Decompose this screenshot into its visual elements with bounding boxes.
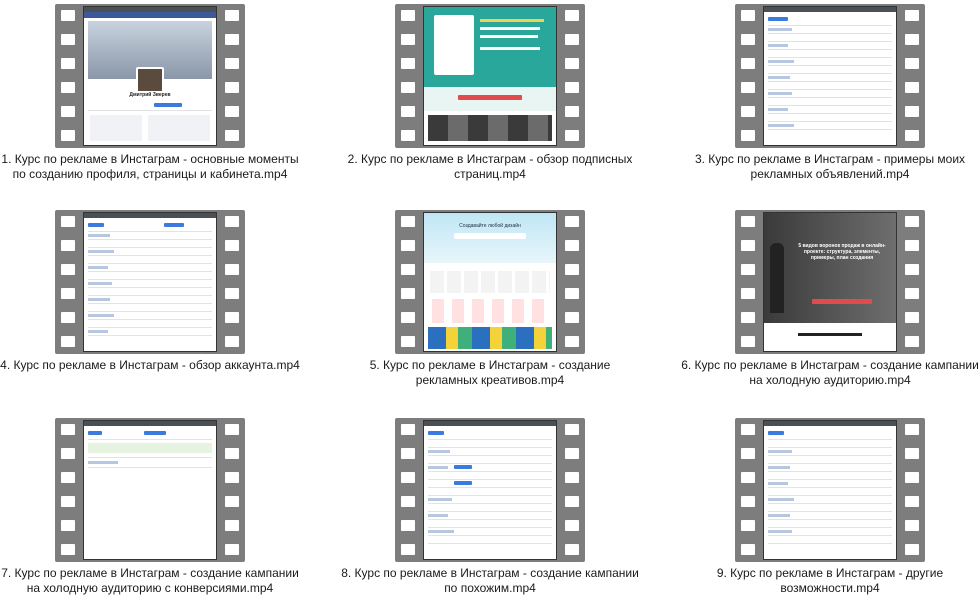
video-thumbnail — [763, 420, 897, 560]
film-strip-icon: Дмитрий Зверев — [55, 4, 245, 148]
profile-name: Дмитрий Зверев — [129, 92, 171, 98]
file-name: 9. Курс по рекламе в Инстаграм - другие … — [716, 566, 944, 595]
video-thumbnail: Создавайте любой дизайн — [423, 212, 557, 352]
video-thumbnail — [423, 420, 557, 560]
video-thumbnail: Дмитрий Зверев — [83, 6, 217, 146]
video-thumbnail — [83, 420, 217, 560]
video-thumbnail — [423, 6, 557, 146]
file-name: 1. Курс по рекламе в Инстаграм - основны… — [1, 152, 299, 181]
file-name: 7. Курс по рекламе в Инстаграм - создани… — [1, 566, 299, 595]
film-strip-icon — [395, 4, 585, 148]
film-strip-icon — [395, 418, 585, 562]
film-strip-icon: Создавайте любой дизайн — [395, 210, 585, 354]
banner-title: Создавайте любой дизайн — [459, 223, 521, 229]
video-thumbnail — [763, 6, 897, 146]
film-strip-icon — [735, 4, 925, 148]
file-name: 8. Курс по рекламе в Инстаграм - создани… — [341, 566, 639, 595]
film-strip-icon — [55, 210, 245, 354]
film-strip-icon — [55, 418, 245, 562]
file-name: 5. Курс по рекламе в Инстаграм - создани… — [369, 358, 611, 387]
file-name: 4. Курс по рекламе в Инстаграм - обзор а… — [0, 358, 300, 372]
file-name: 6. Курс по рекламе в Инстаграм - создани… — [681, 358, 979, 387]
film-strip-icon: 5 видов воронок продаж в онлайн-проекте:… — [735, 210, 925, 354]
webinar-title: 5 видов воронок продаж в онлайн-проекте:… — [798, 243, 886, 261]
video-thumbnail — [83, 212, 217, 352]
file-name: 2. Курс по рекламе в Инстаграм - обзор п… — [347, 152, 633, 181]
file-name: 3. Курс по рекламе в Инстаграм - примеры… — [694, 152, 966, 181]
film-strip-icon — [735, 418, 925, 562]
video-thumbnail: 5 видов воронок продаж в онлайн-проекте:… — [763, 212, 897, 352]
